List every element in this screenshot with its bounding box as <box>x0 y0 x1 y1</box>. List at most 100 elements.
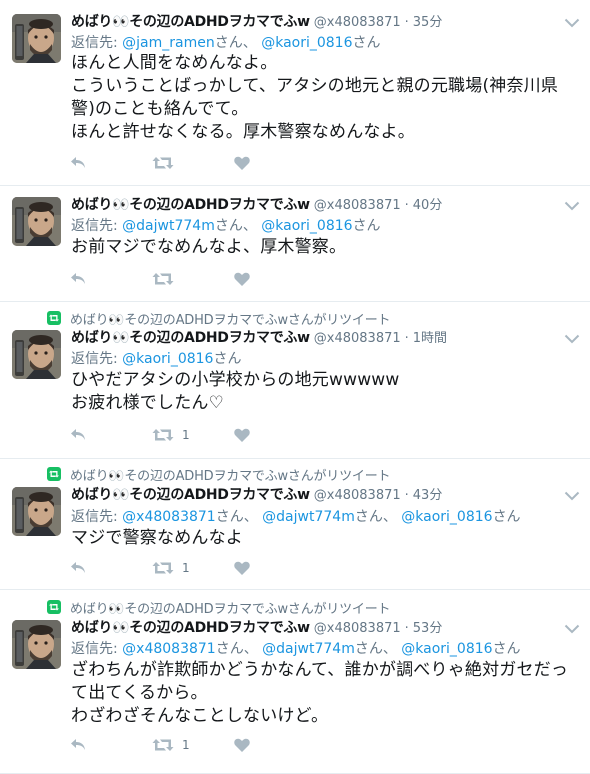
retweet-count: 1 <box>182 428 190 442</box>
avatar[interactable] <box>12 330 61 379</box>
tweet-text: ざわちんが詐欺師かどうかなんて、誰かが調べりゃ絶対ガセだって出てくるから。 わざ… <box>71 660 569 726</box>
reply-to-handle-link[interactable]: @x48083871 <box>122 509 216 525</box>
reply-to-label: 返信先: <box>71 35 118 51</box>
reply-to-handle-link[interactable]: @kaori_0816 <box>401 641 492 657</box>
chevron-down-icon[interactable] <box>564 620 580 634</box>
retweet-button[interactable]: 1 <box>152 428 234 442</box>
heart-icon <box>234 272 250 286</box>
tweet-header: めばり👀その辺のADHDヲカマでふw @x48083871 · 1時間 <box>71 327 560 347</box>
like-button[interactable] <box>234 561 316 575</box>
reply-to-handle-link[interactable]: @x48083871 <box>122 641 216 657</box>
tweet-text: ひやだアタシの小学校からの地元wwwww お疲れ様でしたん♡ <box>71 370 400 413</box>
reply-to-handle-link[interactable]: @kaori_0816 <box>261 218 352 234</box>
tweet-header: めばり👀その辺のADHDヲカマでふw @x48083871 · 35分 <box>71 11 560 31</box>
tweet-header: めばり👀その辺のADHDヲカマでふw @x48083871 · 43分 <box>71 484 560 504</box>
reply-button[interactable] <box>70 156 152 170</box>
chevron-down-icon[interactable] <box>564 330 580 344</box>
retweeted-by-line: めばり👀その辺のADHDヲカマでふwさんがリツイート <box>47 465 391 484</box>
reply-button[interactable] <box>70 738 152 752</box>
tweet-actions: 1 <box>70 558 316 578</box>
reply-to-label: 返信先: <box>71 509 118 525</box>
tweet-header: めばり👀その辺のADHDヲカマでふw @x48083871 · 53分 <box>71 617 560 637</box>
reply-to-suffix: さん、 <box>214 218 257 234</box>
retweet-icon <box>152 272 174 286</box>
user-handle[interactable]: @x48083871 <box>314 488 401 503</box>
reply-to-line: 返信先: @dajwt774mさん、 @kaori_0816さん <box>71 215 381 235</box>
reply-to-handle-link[interactable]: @jam_ramen <box>122 35 215 51</box>
reply-icon <box>70 738 86 752</box>
reply-to-handle-link[interactable]: @dajwt774m <box>262 641 355 657</box>
user-name[interactable]: めばり👀その辺のADHDヲカマでふw <box>71 327 310 347</box>
user-handle[interactable]: @x48083871 <box>314 15 401 30</box>
reply-to-label: 返信先: <box>71 351 118 367</box>
reply-to-handle-link[interactable]: @dajwt774m <box>122 218 215 234</box>
reply-to-suffix: さん <box>492 509 521 525</box>
reply-button[interactable] <box>70 561 152 575</box>
like-button[interactable] <box>234 738 316 752</box>
user-name[interactable]: めばり👀その辺のADHDヲカマでふw <box>71 11 310 31</box>
chevron-down-icon[interactable] <box>564 487 580 501</box>
user-name[interactable]: めばり👀その辺のADHDヲカマでふw <box>71 617 310 637</box>
tweet-timestamp[interactable]: 43分 <box>413 484 443 503</box>
heart-icon <box>234 428 250 442</box>
reply-to-suffix: さん <box>352 35 381 51</box>
user-name[interactable]: めばり👀その辺のADHDヲカマでふw <box>71 484 310 504</box>
chevron-down-icon[interactable] <box>564 14 580 28</box>
reply-to-handle-link[interactable]: @kaori_0816 <box>122 351 213 367</box>
reply-to-label: 返信先: <box>71 641 118 657</box>
separator-dot: · <box>404 621 409 636</box>
tweet-header: めばり👀その辺のADHDヲカマでふw @x48083871 · 40分 <box>71 194 560 214</box>
user-handle[interactable]: @x48083871 <box>314 331 401 346</box>
user-handle[interactable]: @x48083871 <box>314 621 401 636</box>
like-button[interactable] <box>234 272 316 286</box>
avatar[interactable] <box>12 620 61 669</box>
avatar[interactable] <box>12 14 61 63</box>
tweet-card: めばり👀その辺のADHDヲカマでふw @x48083871 · 40分返信先: @da… <box>0 186 590 302</box>
retweet-icon <box>47 467 61 481</box>
reply-icon <box>70 561 86 575</box>
reply-button[interactable] <box>70 272 152 286</box>
reply-to-suffix: さん <box>213 351 242 367</box>
retweet-button[interactable] <box>152 156 234 170</box>
separator-dot: · <box>404 15 409 30</box>
avatar[interactable] <box>12 197 61 246</box>
user-handle[interactable]: @x48083871 <box>314 198 401 213</box>
tweet-timestamp[interactable]: 53分 <box>413 617 443 636</box>
separator-dot: · <box>404 488 409 503</box>
tweet-actions: 1 <box>70 735 316 755</box>
retweet-icon <box>152 738 174 752</box>
retweeted-by-text[interactable]: めばり👀その辺のADHDヲカマでふwさんがリツイート <box>70 465 391 484</box>
retweet-button[interactable]: 1 <box>152 738 234 752</box>
retweet-icon <box>47 311 61 325</box>
reply-to-suffix: さん、 <box>354 509 397 525</box>
tweet-text: ほんと人間をなめんなよ。 こういうことばっかして、アタシの地元と親の元職場(神奈… <box>71 53 559 142</box>
like-button[interactable] <box>234 428 316 442</box>
tweet-timestamp[interactable]: 40分 <box>413 194 443 213</box>
retweeted-by-line: めばり👀その辺のADHDヲカマでふwさんがリツイート <box>47 309 391 328</box>
retweeted-by-text[interactable]: めばり👀その辺のADHDヲカマでふwさんがリツイート <box>70 598 391 617</box>
reply-icon <box>70 156 86 170</box>
tweet-text: お前マジでなめんなよ、厚木警察。 <box>71 237 347 257</box>
user-name[interactable]: めばり👀その辺のADHDヲカマでふw <box>71 194 310 214</box>
retweeted-by-line: めばり👀その辺のADHDヲカマでふwさんがリツイート <box>47 598 391 617</box>
reply-to-suffix: さん <box>352 218 381 234</box>
reply-to-line: 返信先: @kaori_0816さん <box>71 348 241 368</box>
reply-to-suffix: さん、 <box>215 509 258 525</box>
like-button[interactable] <box>234 156 316 170</box>
reply-to-label: 返信先: <box>71 218 118 234</box>
reply-to-handle-link[interactable]: @kaori_0816 <box>401 509 492 525</box>
reply-to-handle-link[interactable]: @dajwt774m <box>262 509 355 525</box>
avatar[interactable] <box>12 487 61 536</box>
retweet-button[interactable]: 1 <box>152 561 234 575</box>
retweet-count: 1 <box>182 738 190 752</box>
reply-to-suffix: さん、 <box>354 641 397 657</box>
retweet-icon <box>152 561 174 575</box>
separator-dot: · <box>404 198 409 213</box>
reply-button[interactable] <box>70 428 152 442</box>
retweet-button[interactable] <box>152 272 234 286</box>
tweet-timestamp[interactable]: 35分 <box>413 11 443 30</box>
reply-to-handle-link[interactable]: @kaori_0816 <box>261 35 352 51</box>
tweet-timestamp[interactable]: 1時間 <box>413 327 447 346</box>
retweeted-by-text[interactable]: めばり👀その辺のADHDヲカマでふwさんがリツイート <box>70 309 391 328</box>
chevron-down-icon[interactable] <box>564 197 580 211</box>
